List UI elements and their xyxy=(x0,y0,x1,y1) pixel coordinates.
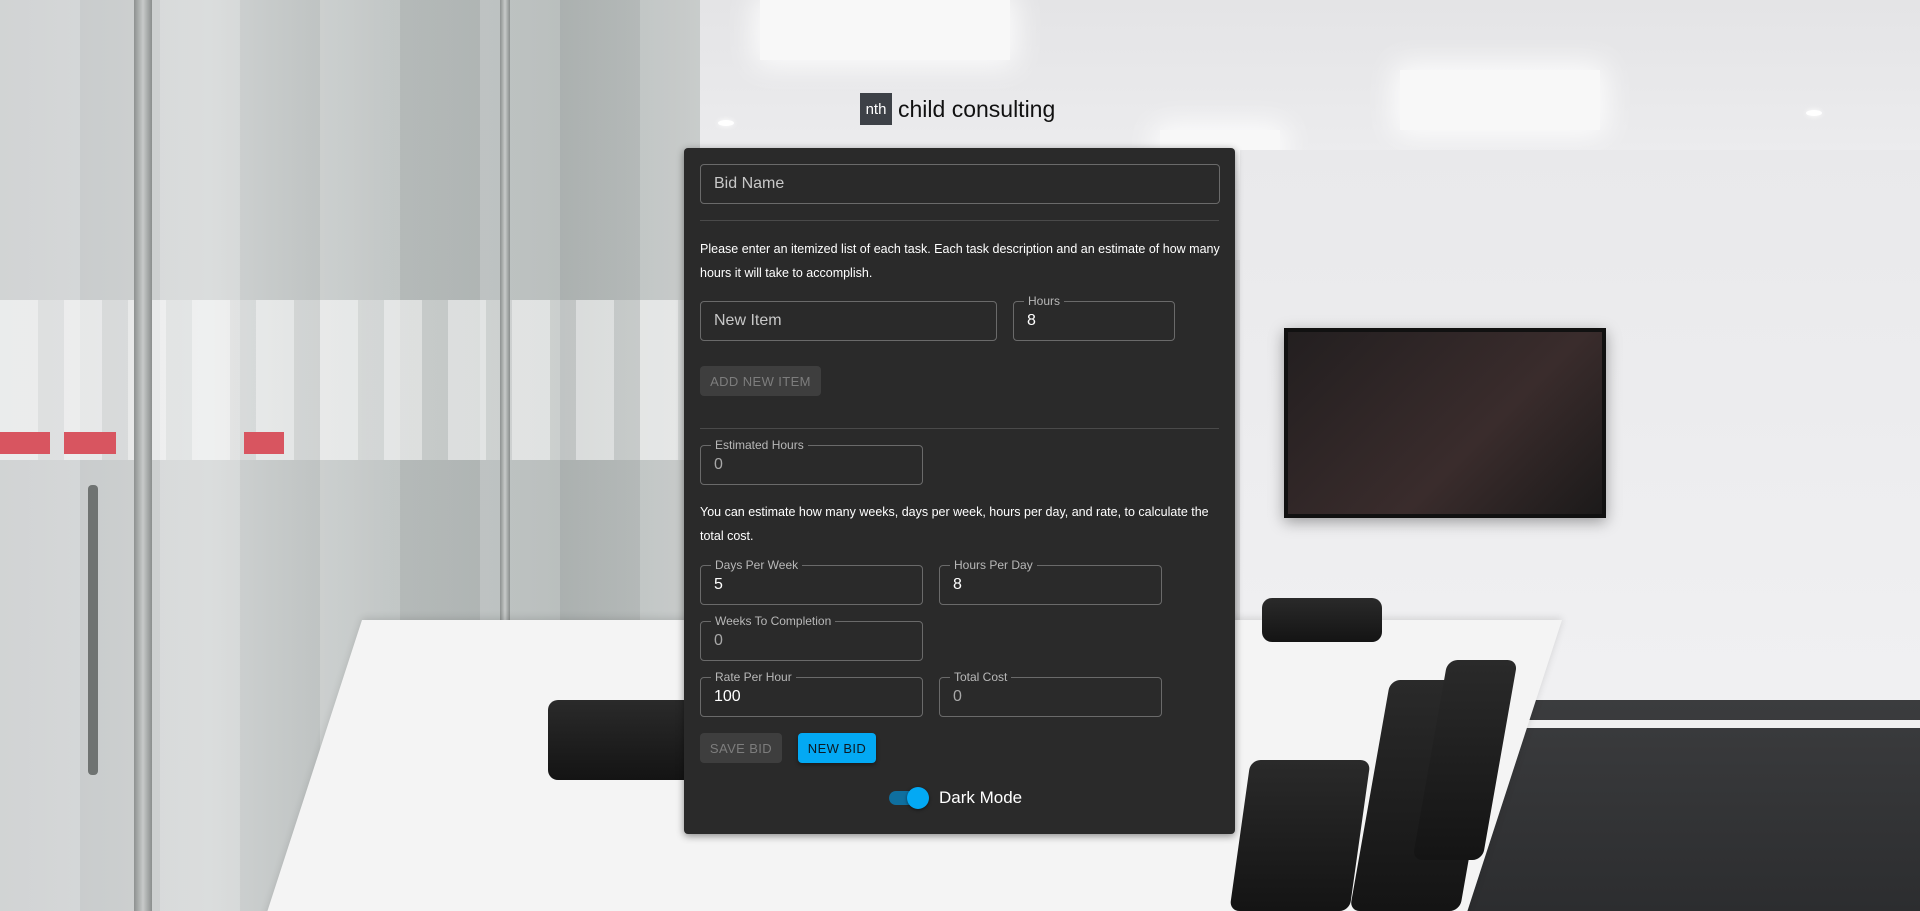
estimated-hours-value: 0 xyxy=(714,456,723,473)
hours-input[interactable]: Hours 8 xyxy=(1013,293,1175,341)
bid-name-input[interactable]: Bid Name xyxy=(700,164,1220,204)
divider xyxy=(700,220,1219,221)
brand-name: child consulting xyxy=(898,95,1056,122)
bid-name-placeholder: Bid Name xyxy=(714,175,785,192)
chair xyxy=(548,700,698,780)
add-new-item-button[interactable]: ADD NEW ITEM xyxy=(700,366,821,396)
toggle-track[interactable] xyxy=(889,787,929,809)
divider xyxy=(700,428,1219,429)
dark-mode-toggle[interactable]: Dark Mode xyxy=(889,787,1023,809)
brand-logo: nth child consulting xyxy=(860,92,1055,126)
hours-per-day-input[interactable]: Hours Per Day 8 xyxy=(939,557,1162,605)
total-cost-field[interactable]: Total Cost 0 xyxy=(939,669,1162,717)
estimate-instructions-text: You can estimate how many weeks, days pe… xyxy=(700,505,1209,543)
weeks-to-completion-input[interactable]: Weeks To Completion 0 xyxy=(700,613,923,661)
rate-per-hour-value: 100 xyxy=(714,688,741,705)
new-bid-button[interactable]: NEW BID xyxy=(798,733,876,763)
ceiling-light xyxy=(760,0,1010,60)
total-cost-label: Total Cost xyxy=(950,669,1012,685)
dark-mode-label: Dark Mode xyxy=(939,788,1023,807)
logo-mark: nth xyxy=(860,93,892,125)
estimated-hours-field[interactable]: Estimated Hours 0 xyxy=(700,437,923,485)
instructions-text: Please enter an itemized list of each ta… xyxy=(700,242,1220,280)
estimated-hours-label: Estimated Hours xyxy=(711,437,808,453)
toggle-thumb[interactable] xyxy=(907,787,929,809)
rate-per-hour-label: Rate Per Hour xyxy=(711,669,796,685)
days-per-week-value: 5 xyxy=(714,576,723,593)
save-bid-button[interactable]: SAVE BID xyxy=(700,733,782,763)
hours-per-day-value: 8 xyxy=(953,576,962,593)
door-handle xyxy=(88,485,98,775)
downlight xyxy=(718,120,734,126)
red-stripe xyxy=(0,432,50,454)
bid-form-card: Bid Name Please enter an itemized list o… xyxy=(684,148,1235,834)
ceiling-light xyxy=(1400,70,1600,130)
hours-value: 8 xyxy=(1027,312,1036,329)
weeks-to-completion-value: 0 xyxy=(714,632,723,649)
weeks-to-completion-label: Weeks To Completion xyxy=(711,613,836,629)
new-item-input[interactable]: New Item xyxy=(700,301,997,341)
days-per-week-input[interactable]: Days Per Week 5 xyxy=(700,557,923,605)
downlight xyxy=(1806,110,1822,116)
hours-label: Hours xyxy=(1024,293,1065,309)
wall-tv xyxy=(1284,328,1606,518)
total-cost-value: 0 xyxy=(953,688,962,705)
days-per-week-label: Days Per Week xyxy=(711,557,803,573)
red-stripe xyxy=(244,432,284,454)
new-item-placeholder: New Item xyxy=(714,312,782,329)
red-stripe xyxy=(64,432,116,454)
glass-frame xyxy=(134,0,152,911)
hours-per-day-label: Hours Per Day xyxy=(950,557,1037,573)
baseboard xyxy=(1480,720,1920,728)
chair xyxy=(1262,598,1382,642)
rate-per-hour-input[interactable]: Rate Per Hour 100 xyxy=(700,669,923,717)
chair xyxy=(1229,760,1371,911)
